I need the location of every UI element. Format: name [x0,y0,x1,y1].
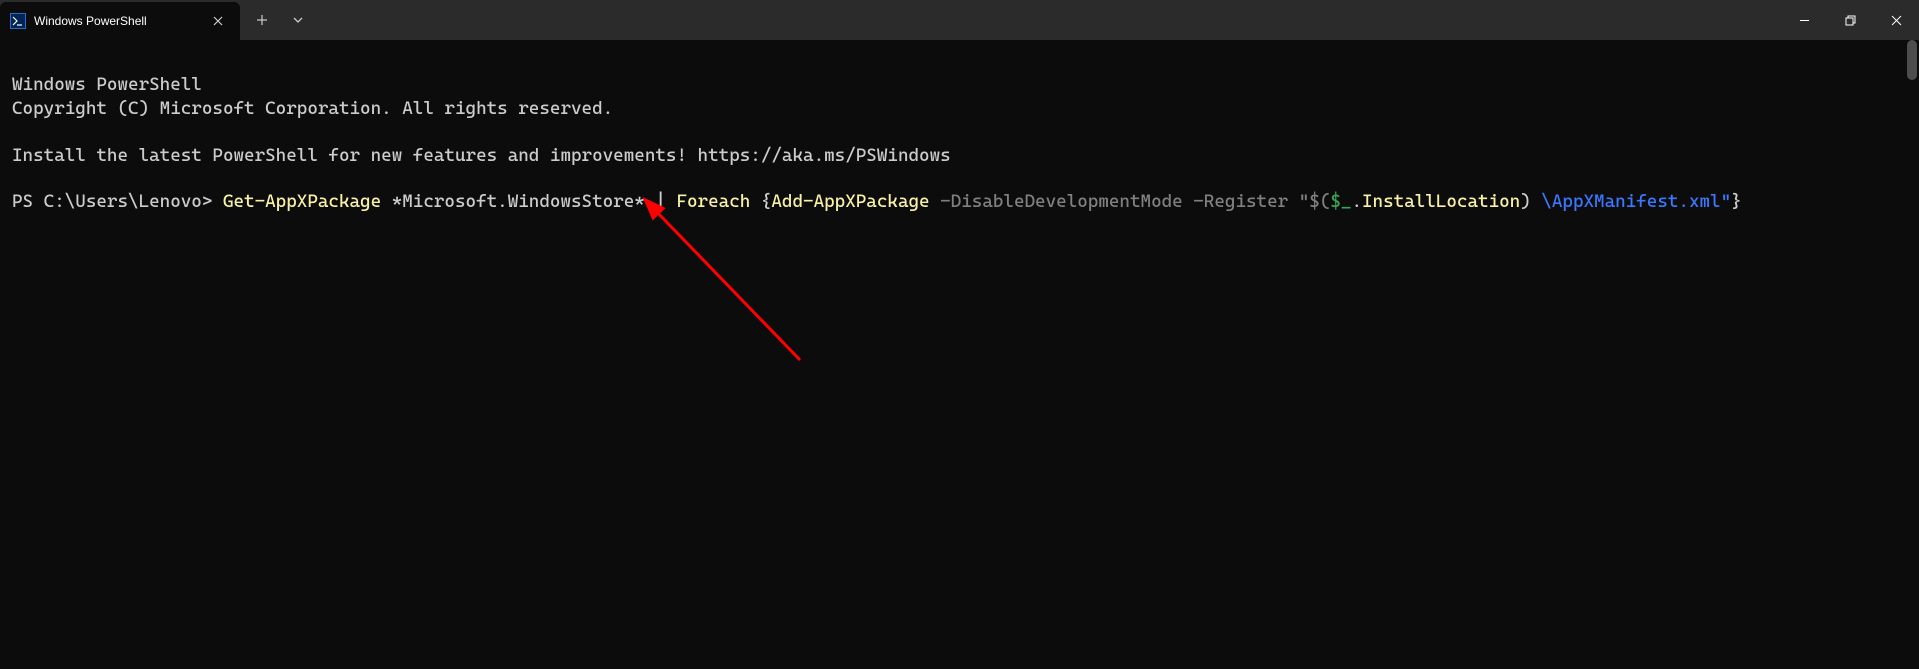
maximize-button[interactable] [1827,0,1873,40]
pipe-operator: | [655,191,676,212]
vertical-scrollbar[interactable] [1905,40,1919,669]
tab-powershell[interactable]: Windows PowerShell [0,2,240,40]
command-line: PS C:\Users\Lenovo> Get-AppXPackage *Mic… [12,191,1742,212]
powershell-icon [10,13,26,29]
path-manifest: \AppXManifest.xml" [1531,191,1731,212]
member-installlocation: InstallLocation [1362,191,1520,212]
cmdlet-addappx: Add-AppXPackage [771,191,929,212]
window-titlebar: Windows PowerShell [0,0,1919,40]
scrollbar-thumb[interactable] [1907,40,1917,80]
terminal-line-2: Copyright (C) Microsoft Corporation. All… [12,98,613,119]
variable: $_ [1330,191,1351,212]
tab-dropdown-button[interactable] [280,0,316,40]
open-brace: { [761,191,772,212]
terminal-line-1: Windows PowerShell [12,74,202,95]
terminal-line-3: Install the latest PowerShell for new fe… [12,145,951,166]
foreach-keyword: Foreach [676,191,750,212]
terminal-output[interactable]: Windows PowerShell Copyright (C) Microso… [0,40,1919,669]
tab-area: Windows PowerShell [0,0,316,40]
tab-title: Windows PowerShell [34,14,200,28]
cmd-params: -DisableDevelopmentMode -Register [930,191,1299,212]
window-controls [1781,0,1919,40]
cmd-arg: *Microsoft.WindowsStore* [381,191,655,212]
string-open: "$( [1299,191,1331,212]
minimize-button[interactable] [1781,0,1827,40]
tab-close-button[interactable] [208,11,228,31]
new-tab-button[interactable] [244,0,280,40]
close-brace: } [1731,191,1742,212]
cmdlet-getappx: Get-AppXPackage [223,191,381,212]
prompt: PS C:\Users\Lenovo> [12,191,223,212]
window-close-button[interactable] [1873,0,1919,40]
